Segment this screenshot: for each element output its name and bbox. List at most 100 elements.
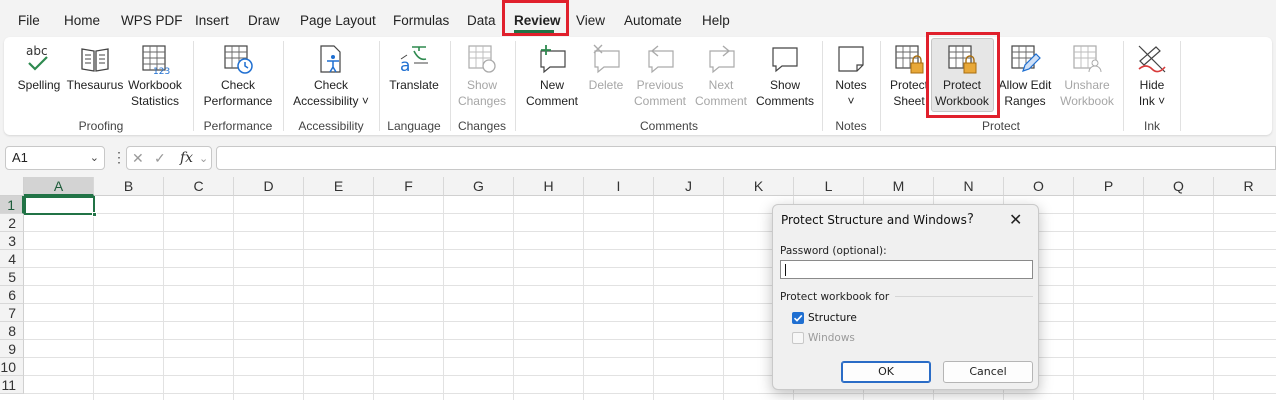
column-header-m[interactable]: M bbox=[864, 177, 934, 196]
windows-checkbox[interactable] bbox=[792, 332, 804, 344]
chevron-down-icon[interactable]: ⌄ bbox=[90, 147, 99, 169]
check-accessibility-button[interactable]: Check Accessibility ˅ bbox=[288, 43, 374, 109]
column-header-l[interactable]: L bbox=[794, 177, 864, 196]
group-separator bbox=[379, 41, 380, 131]
column-header-f[interactable]: F bbox=[374, 177, 444, 196]
row-gridline bbox=[24, 285, 1276, 286]
protect-sheet-icon bbox=[895, 45, 924, 74]
structure-label[interactable]: Structure bbox=[808, 312, 857, 324]
insert-function-icon[interactable]: fx bbox=[180, 150, 193, 166]
password-field[interactable] bbox=[780, 260, 1033, 279]
column-gridline bbox=[1213, 196, 1214, 400]
tab-wps-pdf[interactable]: WPS PDF bbox=[121, 13, 183, 28]
column-header-e[interactable]: E bbox=[304, 177, 374, 196]
row-header-10[interactable]: 10 bbox=[0, 358, 24, 376]
column-header-d[interactable]: D bbox=[234, 177, 304, 196]
previous-comment-label-1: Previous bbox=[636, 78, 684, 92]
more-options-icon[interactable]: ⋮ bbox=[112, 149, 126, 166]
show-comments-button[interactable]: Show Comments bbox=[752, 43, 818, 109]
tab-home[interactable]: Home bbox=[64, 13, 100, 28]
cancel-x-icon[interactable]: ✕ bbox=[132, 150, 144, 167]
fill-handle[interactable] bbox=[92, 212, 97, 217]
unshare-workbook-button[interactable]: Unshare Workbook bbox=[1056, 43, 1118, 109]
column-gridline bbox=[1073, 196, 1074, 400]
thesaurus-label: Thesaurus bbox=[66, 78, 124, 92]
notes-button[interactable]: Notes ˅ bbox=[828, 43, 874, 109]
tab-file[interactable]: File bbox=[18, 13, 40, 28]
column-header-k[interactable]: K bbox=[724, 177, 794, 196]
row-header-7[interactable]: 7 bbox=[0, 304, 24, 322]
workbook-statistics-button[interactable]: 123 Workbook Statistics bbox=[126, 43, 184, 109]
tab-draw[interactable]: Draw bbox=[248, 13, 280, 28]
column-gridline bbox=[583, 196, 584, 400]
windows-label: Windows bbox=[808, 332, 855, 344]
chevron-down-icon[interactable]: ⌄ bbox=[199, 152, 208, 165]
formula-input[interactable] bbox=[216, 146, 1276, 170]
help-icon[interactable]: ? bbox=[967, 212, 974, 227]
column-header-r[interactable]: R bbox=[1214, 177, 1276, 196]
ok-button[interactable]: OK bbox=[841, 361, 931, 383]
column-header-n[interactable]: N bbox=[934, 177, 1004, 196]
row-header-1[interactable]: 1 bbox=[0, 196, 24, 214]
row-header-8[interactable]: 8 bbox=[0, 322, 24, 340]
tab-page-layout[interactable]: Page Layout bbox=[300, 13, 376, 28]
column-header-o[interactable]: O bbox=[1004, 177, 1074, 196]
show-changes-button[interactable]: Show Changes bbox=[455, 43, 509, 109]
column-header-c[interactable]: C bbox=[164, 177, 234, 196]
tab-view[interactable]: View bbox=[576, 13, 605, 28]
column-header-b[interactable]: B bbox=[94, 177, 164, 196]
column-gridline bbox=[373, 196, 374, 400]
row-header-9[interactable]: 9 bbox=[0, 340, 24, 358]
group-separator bbox=[1180, 41, 1181, 131]
next-comment-button[interactable]: Next Comment bbox=[692, 43, 750, 109]
tab-automate[interactable]: Automate bbox=[624, 13, 682, 28]
column-header-a[interactable]: A bbox=[24, 177, 94, 196]
select-all-corner[interactable] bbox=[0, 177, 24, 196]
column-gridline bbox=[163, 196, 164, 400]
column-header-q[interactable]: Q bbox=[1144, 177, 1214, 196]
tab-formulas[interactable]: Formulas bbox=[393, 13, 449, 28]
group-separator bbox=[515, 41, 516, 131]
tab-help[interactable]: Help bbox=[702, 13, 730, 28]
protect-group-label: Protect bbox=[981, 119, 1020, 133]
previous-comment-button[interactable]: Previous Comment bbox=[630, 43, 690, 109]
spelling-button[interactable]: abc Spelling bbox=[14, 43, 64, 93]
name-box[interactable]: A1 ⌄ bbox=[5, 146, 105, 170]
row-header-5[interactable]: 5 bbox=[0, 268, 24, 286]
delete-comment-button[interactable]: Delete bbox=[584, 43, 628, 93]
hide-ink-label-1: Hide bbox=[1139, 78, 1165, 92]
row-header-6[interactable]: 6 bbox=[0, 286, 24, 304]
show-changes-label-2: Changes bbox=[457, 94, 507, 108]
column-header-i[interactable]: I bbox=[584, 177, 654, 196]
next-comment-icon bbox=[709, 45, 735, 74]
hide-ink-button[interactable]: Hide Ink ˅ bbox=[1128, 43, 1176, 109]
thesaurus-button[interactable]: Thesaurus bbox=[66, 43, 124, 93]
formula-actions: ✕ ✓ fx ⌄ bbox=[126, 146, 212, 170]
column-header-j[interactable]: J bbox=[654, 177, 724, 196]
structure-checkbox[interactable] bbox=[792, 312, 804, 324]
tab-insert[interactable]: Insert bbox=[195, 13, 229, 28]
active-cell[interactable] bbox=[24, 196, 95, 215]
unshare-workbook-label-1: Unshare bbox=[1064, 78, 1110, 92]
comments-group-label: Comments bbox=[639, 119, 698, 133]
allow-edit-ranges-button[interactable]: Allow Edit Ranges bbox=[994, 43, 1056, 109]
workbook-statistics-icon-text: 123 bbox=[153, 67, 170, 75]
column-header-g[interactable]: G bbox=[444, 177, 514, 196]
enter-check-icon[interactable]: ✓ bbox=[154, 150, 166, 167]
cancel-button[interactable]: Cancel bbox=[943, 361, 1033, 383]
column-gridline bbox=[513, 196, 514, 400]
row-header-11[interactable]: 11 bbox=[0, 376, 24, 394]
chevron-down-icon: ˅ bbox=[1154, 94, 1166, 108]
new-comment-button[interactable]: New Comment bbox=[520, 43, 584, 109]
tab-data[interactable]: Data bbox=[467, 13, 496, 28]
row-header-2[interactable]: 2 bbox=[0, 214, 24, 232]
translate-button[interactable]: a Translate bbox=[385, 43, 443, 93]
spelling-icon-text: abc bbox=[26, 44, 48, 58]
close-icon[interactable]: ✕ bbox=[1009, 210, 1022, 229]
new-comment-label-2: Comment bbox=[525, 94, 578, 108]
row-header-3[interactable]: 3 bbox=[0, 232, 24, 250]
row-header-4[interactable]: 4 bbox=[0, 250, 24, 268]
column-header-p[interactable]: P bbox=[1074, 177, 1144, 196]
column-header-h[interactable]: H bbox=[514, 177, 584, 196]
check-performance-button[interactable]: Check Performance bbox=[200, 43, 276, 109]
